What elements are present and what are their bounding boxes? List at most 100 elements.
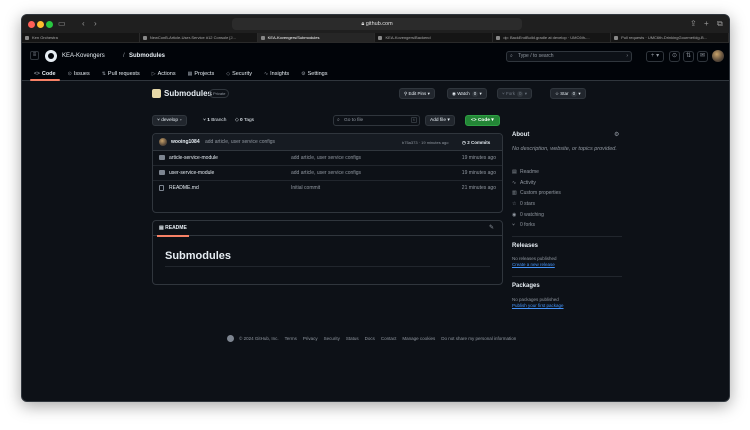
tags-link[interactable]: ◇ 0 Tags [235,115,254,126]
file-commit-message[interactable]: add article, user service configs [291,155,361,162]
about-stars-link[interactable]: ☆ 0 stars [512,201,535,208]
about-activity-link[interactable]: ∿ Activity [512,180,536,187]
footer-link-privacy[interactable]: Privacy [303,336,318,341]
fork-button[interactable]: ⑂ Fork 0 ▾ [497,88,532,99]
browser-tab[interactable]: NewConB-Article-User-Service #12 Console… [140,33,258,42]
browser-tab[interactable]: Pull requests · UMC6th-DrinkingGourmet/d… [611,33,729,42]
file-name[interactable]: article-service-module [169,155,218,162]
tab-insights[interactable]: ∿ Insights [258,68,295,80]
file-name[interactable]: user-service-module [169,170,214,177]
tab-label: Pull requests · UMC6th-DrinkingGourmet/d… [621,35,707,40]
table-row[interactable]: article-service-module add article, user… [153,151,502,166]
gear-icon[interactable]: ⚙ [614,131,619,138]
browser-tab[interactable]: KEA-Kovengers/Backend [375,33,494,42]
about-custom-properties-link[interactable]: ▥ Custom properties [512,190,561,197]
user-avatar[interactable] [712,50,724,62]
minimize-window-button[interactable] [37,21,44,28]
file-date: 21 minutes ago [461,185,496,191]
footer-link-contact[interactable]: Contact [381,336,397,341]
search-placeholder: Type / to search [518,53,554,59]
file-name[interactable]: README.md [169,185,199,192]
menu-icon[interactable]: ≡ [30,51,39,60]
commit-meta[interactable]: b75a373 · 19 minutes ago [402,139,448,146]
footer-link-manage-cookies[interactable]: Manage cookies [402,336,435,341]
tab-favicon-icon [378,36,383,40]
search-icon: ⌕ [337,118,340,123]
repo-title: Submodules [164,89,213,98]
browser-tab-active[interactable]: KEA-Kovengers/Submodules [257,33,376,42]
tab-issues[interactable]: ⊙ Issues [62,68,96,80]
branches-link[interactable]: ⑂ 1 Branch [203,115,226,126]
visibility-badge: Private [209,89,230,98]
code-button[interactable]: <> Code ▾ [465,115,500,126]
inbox-icon[interactable]: ✉ [697,51,708,62]
tab-overview-icon[interactable]: ⧉ [717,19,723,29]
add-file-button[interactable]: Add file ▾ [425,115,455,126]
divider [512,276,622,277]
table-row[interactable]: README.md Initial commit 21 minutes ago [153,181,502,196]
tab-pull-requests[interactable]: ⇅ Pull requests [96,68,146,80]
tab-code[interactable]: <> Code [28,68,62,81]
tab-favicon-icon [142,36,147,40]
table-row[interactable]: user-service-module add article, user se… [153,166,502,181]
commit-author-avatar[interactable] [159,138,167,146]
forward-arrow-icon[interactable]: › [94,19,97,29]
releases-title[interactable]: Releases [512,242,538,250]
divider [512,236,622,237]
tab-projects[interactable]: ▦ Projects [182,68,221,80]
watch-button[interactable]: ◉ Watch 0 ▾ [447,88,487,99]
close-window-button[interactable] [28,21,35,28]
github-logo-icon[interactable] [45,50,57,62]
breadcrumb-repo[interactable]: Submodules [129,53,165,60]
star-count: 0 [570,91,578,97]
new-tab-icon[interactable]: + [704,19,709,29]
create-new-button[interactable]: + ▾ [646,51,664,62]
breadcrumb-owner[interactable]: KEA-Kovengers [62,53,105,60]
about-item-label: Custom properties [520,190,561,196]
tab-security[interactable]: ◇ Security [220,68,258,80]
tab-label: Actions [157,71,176,77]
edit-pins-button[interactable]: ⚲ Edit Pins ▾ [399,88,435,99]
footer-link-do-not-share[interactable]: Do not share my personal information [441,336,516,341]
commits-link[interactable]: ◷ 2 Commits [462,139,490,146]
packages-title[interactable]: Packages [512,282,540,290]
sidebar-toggle-icon[interactable]: ▭ [58,19,66,29]
star-button[interactable]: ☆ Star 0 ▾ [550,88,586,99]
pull-requests-icon[interactable]: ⇅ [683,51,694,62]
maximize-window-button[interactable] [46,21,53,28]
about-item-label: 0 watching [520,212,544,218]
address-bar[interactable]: 🔒︎ github.com [232,18,522,30]
commit-message[interactable]: add article, user service configs [205,139,275,146]
tab-label: Code [41,71,56,77]
footer-link-terms[interactable]: Terms [285,336,297,341]
readme-tab[interactable]: ▤ README [157,225,189,237]
about-watching-link[interactable]: ◉ 0 watching [512,212,544,219]
publish-package-link[interactable]: Publish your first package [512,303,564,309]
about-readme-link[interactable]: ▤ Readme [512,169,539,176]
tab-label: Pull requests [107,71,140,77]
share-icon[interactable]: ⇪ [690,19,697,29]
tags-count: 0 [240,118,243,123]
tab-strip: Ken Orchestra NewConB-Article-User-Servi… [22,33,729,43]
tab-settings[interactable]: ⚙ Settings [295,68,333,80]
github-logo-icon[interactable] [227,334,234,342]
star-icon: ☆ [512,201,517,207]
footer-link-security[interactable]: Security [324,336,340,341]
go-to-file-input[interactable]: ⌕ Go to file t [333,115,420,126]
issues-icon[interactable]: ⊙ [669,51,680,62]
browser-tab[interactable]: dp: BackEndBuild.gradle at develop · UMC… [493,33,612,42]
pencil-icon[interactable]: ✎ [489,224,494,231]
commit-author[interactable]: wooing1084 [171,139,200,146]
back-arrow-icon[interactable]: ‹ [82,19,85,29]
footer-link-docs[interactable]: Docs [365,336,375,341]
browser-tab[interactable]: Ken Orchestra [22,33,140,42]
button-label: Code [477,118,490,123]
global-search-input[interactable]: ⌕ Type / to search › [506,51,632,62]
branch-selector[interactable]: ⑂ develop ▾ [152,115,188,126]
create-release-link[interactable]: Create a new release [512,262,555,268]
file-commit-message[interactable]: add article, user service configs [291,170,361,177]
footer-link-status[interactable]: Status [346,336,359,341]
file-commit-message[interactable]: Initial commit [291,185,320,192]
tab-actions[interactable]: ▷ Actions [146,68,182,80]
about-forks-link[interactable]: ⑂ 0 forks [512,222,535,229]
